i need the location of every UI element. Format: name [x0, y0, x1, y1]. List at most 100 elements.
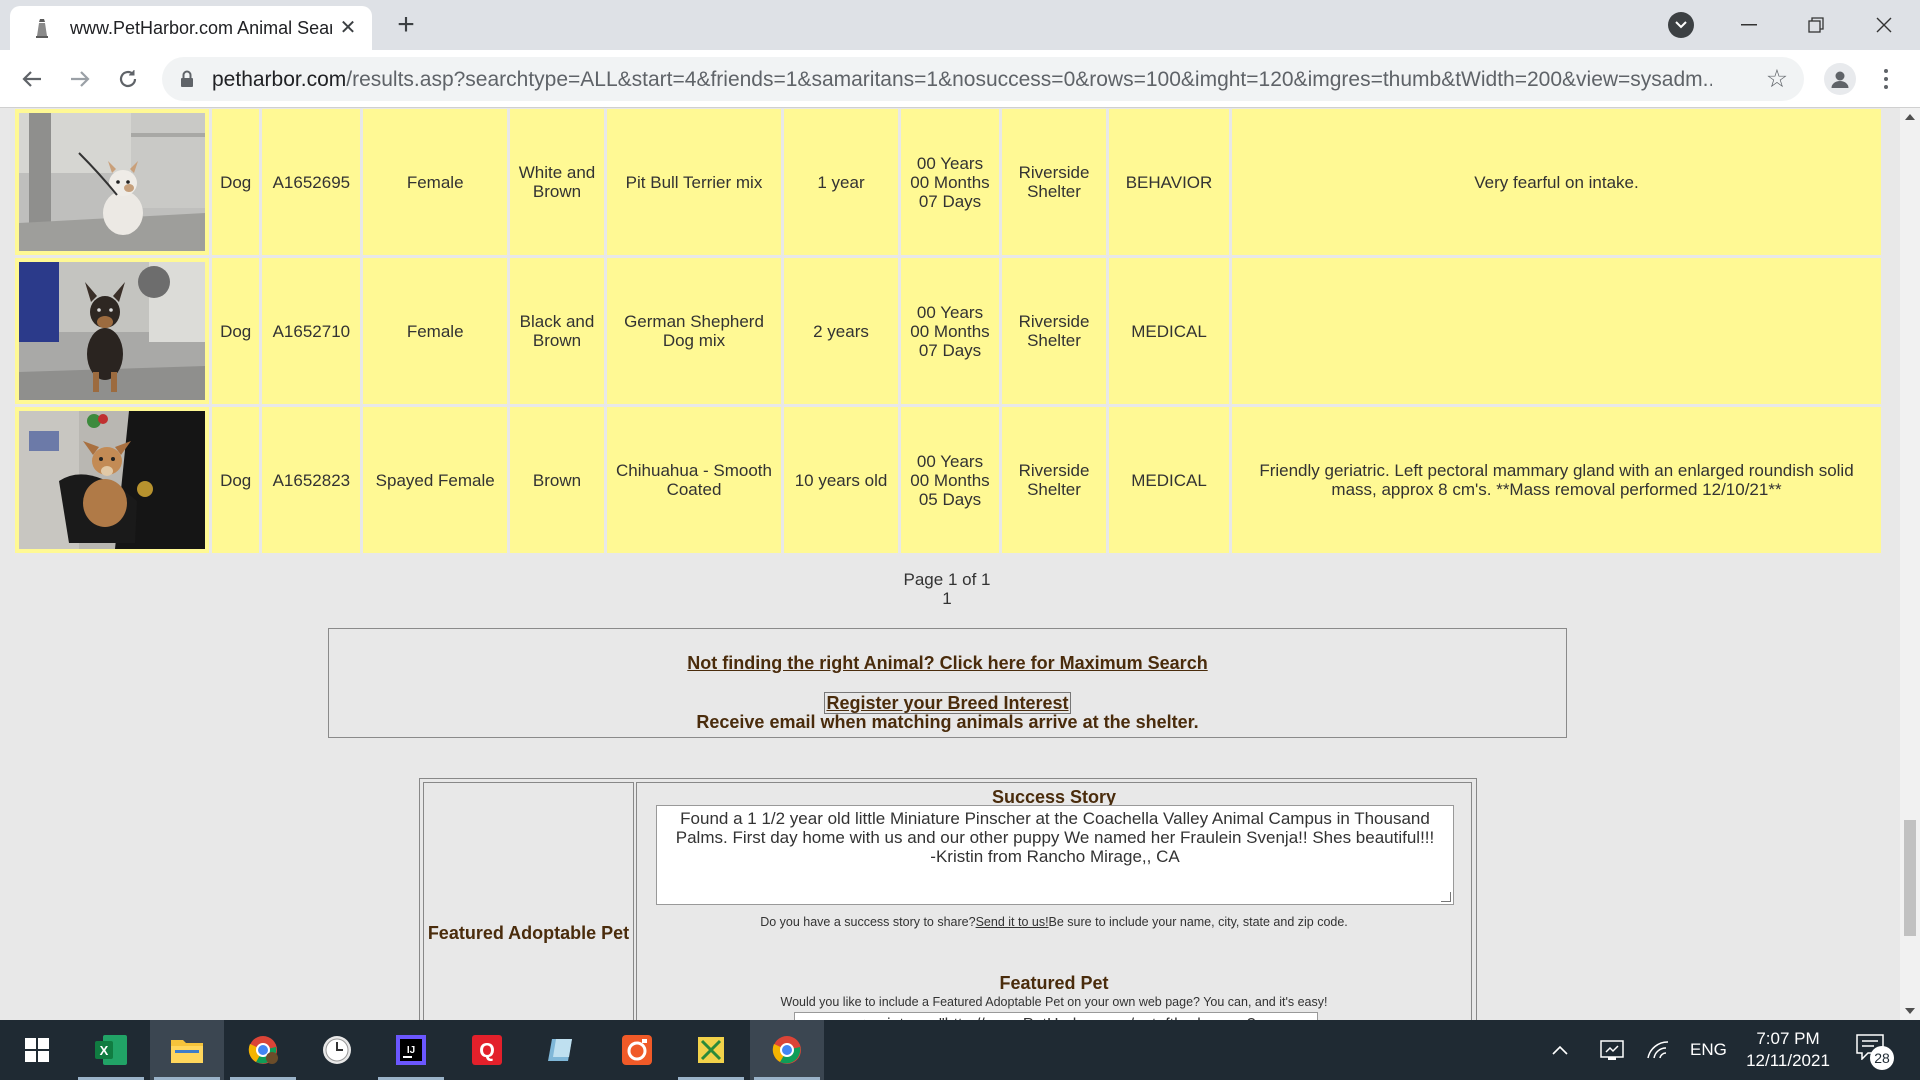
animal-photo-cell	[15, 258, 209, 404]
notification-count-badge: 28	[1870, 1046, 1894, 1070]
time-in-shelter: 00 Years 00 Months 07 Days	[901, 258, 999, 404]
animal-sex: Spayed Female	[363, 407, 507, 553]
share-story-pre: Do you have a success story to share?	[760, 915, 976, 929]
close-tab-icon[interactable]: ✕	[338, 18, 358, 38]
animal-color: Brown	[510, 407, 604, 553]
svg-text:IJ: IJ	[407, 1045, 415, 1056]
battery-monitor-icon[interactable]	[1594, 1020, 1630, 1080]
svg-text:X: X	[100, 1043, 109, 1058]
animal-photo[interactable]	[19, 113, 205, 251]
animal-location: Riverside Shelter	[1002, 407, 1106, 553]
scroll-down-icon[interactable]	[1905, 1008, 1915, 1014]
windows-start-icon[interactable]	[0, 1020, 74, 1080]
minimize-icon[interactable]	[1734, 10, 1764, 40]
animal-sex: Female	[363, 109, 507, 255]
success-story-text: Found a 1 1/2 year old little Miniature …	[675, 809, 1435, 847]
time-years: 00 Years	[916, 451, 984, 471]
animal-id: A1652710	[262, 258, 361, 404]
animal-status: MEDICAL	[1109, 407, 1229, 553]
profile-avatar-icon[interactable]	[1824, 63, 1856, 95]
animal-location: Riverside Shelter	[1002, 258, 1106, 404]
show-hidden-icons-chevron-icon[interactable]	[1542, 1020, 1578, 1080]
chrome-profile-icon[interactable]	[226, 1020, 300, 1080]
time-years: 00 Years	[916, 302, 984, 322]
animal-photo-cell	[15, 407, 209, 553]
wifi-icon[interactable]	[1640, 1020, 1676, 1080]
file-explorer-icon[interactable]	[150, 1020, 224, 1080]
animal-notes: Very fearful on intake.	[1232, 109, 1881, 255]
clock-app-icon[interactable]	[300, 1020, 374, 1080]
animal-photo[interactable]	[19, 262, 205, 400]
address-bar[interactable]: petharbor.com/results.asp?searchtype=ALL…	[162, 57, 1804, 101]
page-content: Dog A1652695 Female White and Brown Pit …	[0, 108, 1920, 1020]
animal-id: A1652695	[262, 109, 361, 255]
intellij-icon[interactable]: IJ	[374, 1020, 448, 1080]
animal-photo-cell	[15, 109, 209, 255]
browser-menu-icon[interactable]	[1876, 63, 1896, 95]
browser-toolbar: petharbor.com/results.asp?searchtype=ALL…	[0, 50, 1920, 108]
animal-type: Dog	[212, 109, 260, 255]
qlik-icon[interactable]: Q	[450, 1020, 524, 1080]
success-story-textarea[interactable]: Found a 1 1/2 year old little Miniature …	[656, 805, 1454, 905]
time-months: 00 Months	[910, 321, 990, 341]
time-years: 00 Years	[916, 153, 984, 173]
tab-title: www.PetHarbor.com Animal Sear	[70, 17, 332, 38]
new-tab-icon[interactable]: +	[392, 10, 420, 40]
register-description: Receive email when matching animals arri…	[696, 712, 1199, 732]
scrollbar-thumb[interactable]	[1904, 820, 1916, 936]
time-in-shelter: 00 Years 00 Months 07 Days	[901, 109, 999, 255]
back-icon[interactable]	[16, 63, 48, 95]
bookmark-star-icon[interactable]: ☆	[1764, 66, 1790, 92]
animal-age: 2 years	[784, 258, 898, 404]
maximum-search-link[interactable]: Not finding the right Animal? Click here…	[329, 653, 1566, 674]
language-indicator[interactable]: ENG	[1690, 1040, 1727, 1060]
camera-app-icon[interactable]	[600, 1020, 674, 1080]
reload-icon[interactable]	[112, 63, 144, 95]
forward-icon[interactable]	[64, 63, 96, 95]
pagination: Page 1 of 1 1	[0, 570, 1894, 608]
snipping-tool-icon[interactable]	[674, 1020, 748, 1080]
featured-pet-description: Would you like to include a Featured Ado…	[780, 995, 1328, 1009]
table-row: Dog A1652823 Spayed Female Brown Chihuah…	[15, 407, 1881, 553]
lock-icon[interactable]	[180, 70, 196, 88]
page-count-label: Page 1 of 1	[903, 570, 991, 589]
restore-icon[interactable]	[1801, 10, 1831, 40]
success-story-signature: -Kristin from Rancho Mirage,, CA	[930, 847, 1180, 866]
table-row: Dog A1652695 Female White and Brown Pit …	[15, 109, 1881, 255]
browser-tab[interactable]: www.PetHarbor.com Animal Sear ✕	[10, 6, 372, 50]
system-clock[interactable]: 7:07 PM 12/11/2021	[1728, 1028, 1848, 1072]
resize-grip-icon[interactable]	[1441, 892, 1451, 902]
chrome-icon[interactable]	[750, 1020, 824, 1080]
notes-app-icon[interactable]	[524, 1020, 598, 1080]
results-table: Dog A1652695 Female White and Brown Pit …	[12, 108, 1884, 556]
animal-color: White and Brown	[510, 109, 604, 255]
featured-section: Featured Adoptable Pet Success Story Fou…	[419, 778, 1477, 1020]
animal-location: Riverside Shelter	[1002, 109, 1106, 255]
time-days: 07 Days	[918, 191, 982, 211]
animal-notes	[1232, 258, 1881, 404]
page-scrollbar[interactable]	[1900, 108, 1920, 1020]
share-story-prompt: Do you have a success story to share?Sen…	[637, 915, 1471, 929]
close-window-icon[interactable]	[1869, 10, 1899, 40]
page-link[interactable]: 1	[0, 589, 1894, 608]
animal-breed: Chihuahua - Smooth Coated	[607, 407, 781, 553]
excel-icon[interactable]: X	[74, 1020, 148, 1080]
url-text[interactable]: petharbor.com/results.asp?searchtype=ALL…	[212, 68, 1712, 92]
scroll-up-icon[interactable]	[1905, 114, 1915, 120]
featured-adoptable-pet-label: Featured Adoptable Pet	[427, 923, 630, 943]
register-breed-interest-link[interactable]: Register your Breed Interest	[824, 692, 1071, 714]
animal-photo[interactable]	[19, 411, 205, 549]
animal-sex: Female	[363, 258, 507, 404]
register-breed-row: Register your Breed Interest	[329, 692, 1566, 714]
animal-status: MEDICAL	[1109, 258, 1229, 404]
success-story-panel: Success Story Found a 1 1/2 year old lit…	[636, 782, 1472, 1020]
clock-time: 7:07 PM	[1756, 1029, 1820, 1048]
animal-status: BEHAVIOR	[1109, 109, 1229, 255]
featured-adoptable-pet-panel: Featured Adoptable Pet	[423, 782, 634, 1020]
action-center-icon[interactable]: 28	[1856, 1034, 1894, 1070]
embed-code-textarea[interactable]: <script src="http://www.PetHarbor.com/pe…	[794, 1012, 1318, 1020]
windows-taskbar: X IJ Q ENG 7:07 PM 12/11/2021 28	[0, 1020, 1920, 1080]
tab-strip: www.PetHarbor.com Animal Sear ✕ +	[0, 0, 1920, 50]
send-it-to-us-link[interactable]: Send it to us!	[976, 915, 1049, 929]
tab-search-icon[interactable]	[1668, 12, 1694, 38]
